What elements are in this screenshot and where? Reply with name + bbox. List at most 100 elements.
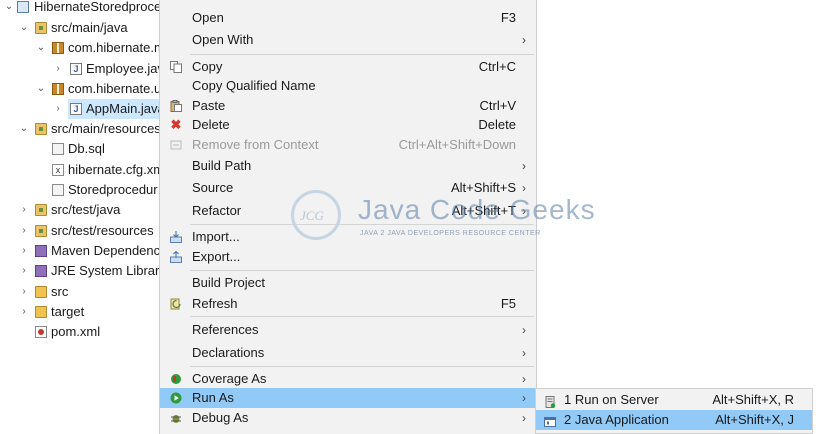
menu-item-build-path[interactable]: Build Path › <box>160 156 536 176</box>
menu-separator <box>190 224 534 225</box>
tree-item-src-main-java[interactable]: ⌄ src/main/java <box>0 18 170 38</box>
run-icon <box>170 392 182 404</box>
menu-item-shortcut: F5 <box>500 296 516 311</box>
menu-item-import[interactable]: Import... <box>160 227 536 247</box>
menu-item-references[interactable]: References › <box>160 320 536 340</box>
tree-item-storedprocedure[interactable]: Storedprocedur <box>0 180 170 200</box>
tree-item-target[interactable]: › target <box>0 302 170 322</box>
tree-item-label: src/main/resources <box>51 121 161 136</box>
tree-item-package-u[interactable]: ⌄ com.hibernate.u <box>0 79 170 99</box>
menu-item-delete[interactable]: ✖ Delete Delete <box>160 115 536 135</box>
tree-item-appmain-java[interactable]: › J AppMain.java <box>56 99 170 119</box>
tree-item-project[interactable]: ⌄ HibernateStoredproce <box>0 0 170 17</box>
submenu-arrow-icon: › <box>522 391 526 405</box>
tree-item-label: src <box>51 284 69 299</box>
import-icon <box>170 231 182 243</box>
menu-item-build-project[interactable]: Build Project <box>160 273 536 293</box>
tree-item-employee-java[interactable]: › J Employee.java <box>0 59 171 79</box>
menu-item-coverage-as[interactable]: Coverage As › <box>160 369 536 389</box>
tree-item-label: pom.xml <box>51 324 101 339</box>
menu-item-label: Open <box>192 10 224 25</box>
tree-item-pom-xml[interactable]: pom.xml <box>0 322 170 342</box>
chevron-right-icon[interactable]: › <box>19 241 29 261</box>
java-application-icon <box>544 414 556 427</box>
menu-item-label: Coverage As <box>192 371 267 386</box>
folder-icon <box>35 306 47 318</box>
menu-item-copy[interactable]: Copy Ctrl+C <box>160 57 536 77</box>
submenu-arrow-icon: › <box>522 159 526 173</box>
java-file-icon: J <box>70 63 82 75</box>
tree-item-db-sql[interactable]: Db.sql <box>0 139 170 159</box>
file-icon <box>52 143 64 155</box>
tree-item-src-test-resources[interactable]: › src/test/resources <box>0 221 170 241</box>
chevron-right-icon[interactable]: › <box>19 302 29 322</box>
tree-item-label: Maven Dependenc <box>51 243 161 258</box>
tree-item-src[interactable]: › src <box>0 282 170 302</box>
tree-item-label: src/test/java <box>51 202 121 217</box>
menu-item-open[interactable]: Open F3 <box>160 8 536 28</box>
submenu-item-shortcut: Alt+Shift+X, R <box>712 392 794 407</box>
submenu-item-run-on-server[interactable]: 1 Run on Server Alt+Shift+X, R <box>536 390 812 410</box>
menu-item-label: Import... <box>192 229 240 244</box>
xml-file-icon: x <box>52 164 64 176</box>
source-folder-icon <box>35 123 47 135</box>
menu-item-run-as[interactable]: Run As › <box>160 388 536 408</box>
chevron-right-icon[interactable]: › <box>19 200 29 220</box>
submenu-arrow-icon: › <box>522 323 526 337</box>
menu-item-copy-qualified-name[interactable]: Copy Qualified Name <box>160 76 536 96</box>
menu-item-label: Refresh <box>192 296 238 311</box>
chevron-down-icon[interactable]: ⌄ <box>19 18 29 38</box>
tree-item-hibernate-cfg[interactable]: x hibernate.cfg.xml <box>0 160 170 180</box>
submenu-item-label: 2 Java Application <box>564 412 669 427</box>
menu-item-label: Remove from Context <box>192 137 319 152</box>
menu-item-refresh[interactable]: Refresh F5 <box>160 294 536 314</box>
tree-item-maven-dependencies[interactable]: › Maven Dependenc <box>0 241 170 261</box>
pom-file-icon <box>35 326 47 338</box>
chevron-down-icon[interactable]: ⌄ <box>36 79 46 99</box>
menu-item-remove-from-context[interactable]: Remove from Context Ctrl+Alt+Shift+Down <box>160 135 536 155</box>
tree-item-package-m[interactable]: ⌄ com.hibernate.m <box>0 38 170 58</box>
menu-item-shortcut: Ctrl+C <box>478 59 516 74</box>
chevron-down-icon[interactable]: ⌄ <box>19 119 29 139</box>
tree-item-label: src/test/resources <box>51 223 154 238</box>
menu-item-paste[interactable]: Paste Ctrl+V <box>160 96 536 116</box>
tree-item-jre-system-library[interactable]: › JRE System Library <box>0 261 170 281</box>
chevron-down-icon[interactable]: ⌄ <box>4 0 14 17</box>
menu-item-label: Source <box>192 180 234 195</box>
menu-item-label: Build Path <box>192 158 252 173</box>
project-explorer-tree: ⌄ HibernateStoredproce ⌄ src/main/java ⌄… <box>0 0 171 434</box>
chevron-right-icon[interactable]: › <box>53 59 63 79</box>
menu-item-label: Export... <box>192 249 241 264</box>
tree-item-src-test-java[interactable]: › src/test/java <box>0 200 170 220</box>
chevron-right-icon[interactable]: › <box>19 221 29 241</box>
submenu-arrow-icon: › <box>522 204 526 218</box>
chevron-down-icon[interactable]: ⌄ <box>36 38 46 58</box>
menu-item-shortcut: F3 <box>500 10 516 25</box>
menu-separator <box>190 366 534 367</box>
tree-item-label: com.hibernate.m <box>68 40 165 55</box>
chevron-right-icon[interactable]: › <box>19 282 29 302</box>
menu-item-export[interactable]: Export... <box>160 247 536 267</box>
menu-item-label: Run As <box>192 390 234 405</box>
package-icon <box>52 83 64 95</box>
menu-item-shortcut: Alt+Shift+S <box>450 180 516 195</box>
menu-item-label: Delete <box>192 117 230 132</box>
project-icon <box>17 1 29 13</box>
tree-item-src-main-resources[interactable]: ⌄ src/main/resources <box>0 119 170 139</box>
submenu-arrow-icon: › <box>522 346 526 360</box>
menu-item-declarations[interactable]: Declarations › <box>160 343 536 363</box>
source-folder-icon <box>35 22 47 34</box>
menu-item-label: Declarations <box>192 345 265 360</box>
tree-item-label: Db.sql <box>68 141 105 156</box>
server-icon <box>544 394 556 408</box>
menu-item-debug-as[interactable]: Debug As › <box>160 408 536 428</box>
menu-item-source[interactable]: Source Alt+Shift+S › <box>160 178 536 198</box>
menu-item-refactor[interactable]: Refactor Alt+Shift+T › <box>160 201 536 221</box>
chevron-right-icon[interactable]: › <box>53 99 63 119</box>
chevron-right-icon[interactable]: › <box>19 261 29 281</box>
submenu-item-java-application[interactable]: 2 Java Application Alt+Shift+X, J <box>536 410 812 430</box>
menu-item-shortcut: Ctrl+V <box>479 98 516 113</box>
menu-item-open-with[interactable]: Open With › <box>160 30 536 50</box>
source-folder-icon <box>35 204 47 216</box>
submenu-arrow-icon: › <box>522 33 526 47</box>
